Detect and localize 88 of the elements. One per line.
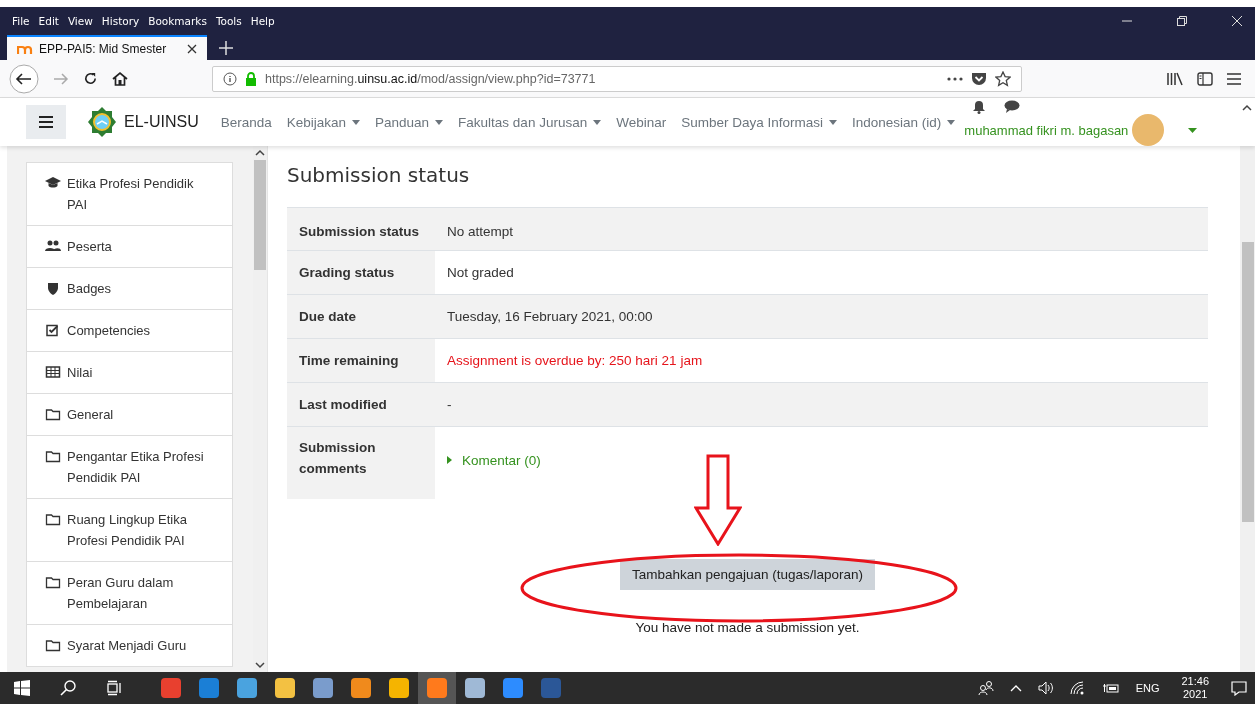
- scroll-down-icon[interactable]: [255, 662, 265, 669]
- folder-icon: [45, 576, 61, 589]
- reload-icon[interactable]: [83, 71, 98, 86]
- close-icon[interactable]: [187, 43, 197, 54]
- nav-link[interactable]: Kebijakan: [286, 114, 361, 130]
- menu-item[interactable]: View: [67, 15, 93, 27]
- scrollbar-thumb[interactable]: [254, 160, 266, 270]
- submission-note: You have not made a submission yet.: [635, 620, 860, 635]
- menu-item[interactable]: File: [12, 15, 30, 27]
- menu-item[interactable]: History: [101, 15, 140, 27]
- speaker-icon[interactable]: [1037, 681, 1054, 695]
- emblem-logo-icon: [86, 106, 118, 138]
- nav-link[interactable]: Panduan: [375, 114, 444, 130]
- notification-icon[interactable]: [1231, 680, 1247, 696]
- task-view-icon[interactable]: [106, 680, 122, 696]
- folder-icon: [45, 408, 61, 421]
- star-icon[interactable]: [995, 70, 1011, 87]
- people-icon[interactable]: [977, 680, 994, 696]
- sidebar-item[interactable]: General: [26, 394, 233, 436]
- menu-item[interactable]: Bookmarks: [148, 15, 207, 27]
- table-icon: [45, 366, 61, 378]
- back-icon[interactable]: [9, 63, 39, 94]
- more-icon[interactable]: [947, 76, 963, 81]
- row-label: Time remaining: [287, 338, 435, 383]
- language-indicator[interactable]: ENG: [1135, 682, 1160, 694]
- bell-icon[interactable]: [972, 100, 987, 114]
- info-icon: [223, 71, 237, 86]
- folder-icon: [45, 513, 61, 526]
- restore-icon[interactable]: [1176, 15, 1188, 27]
- sidebar-item[interactable]: Pengantar Etika Profesi Pendidik PAI: [26, 436, 233, 499]
- folder-icon: [45, 450, 61, 463]
- row-label: Due date: [287, 294, 435, 339]
- nav-link[interactable]: Fakultas dan Jurusan: [458, 114, 602, 130]
- home-icon[interactable]: [112, 71, 128, 86]
- caret-icon[interactable]: [1188, 127, 1198, 133]
- comments-toggle[interactable]: Komentar (0): [447, 449, 541, 471]
- menu-icon[interactable]: [1227, 72, 1241, 85]
- chat-bubble-icon[interactable]: [1004, 100, 1021, 113]
- menu-icon: [39, 116, 53, 128]
- nav-link[interactable]: Webinar: [616, 114, 667, 130]
- table-cell: Assignment is overdue by: 250 hari 21 jam: [435, 338, 1208, 383]
- folder-icon: [45, 639, 61, 652]
- clock-time[interactable]: 21:46: [1181, 675, 1209, 688]
- shield-icon: [45, 282, 61, 295]
- sidebar-item[interactable]: Badges: [26, 268, 233, 310]
- windows-start-icon[interactable]: [14, 680, 30, 696]
- sidebar-icon[interactable]: [1197, 71, 1213, 86]
- table-cell: Not graded: [435, 250, 1208, 295]
- scrollbar-thumb[interactable]: [1241, 242, 1254, 522]
- sidebar-item[interactable]: Peserta: [26, 226, 233, 268]
- sidebar-item[interactable]: Competencies: [26, 310, 233, 352]
- user-name[interactable]: muhammad fikri m. bagasan: [964, 122, 1129, 138]
- row-label: Submission comments: [287, 426, 435, 499]
- sidebar-item[interactable]: Nilai: [26, 352, 233, 394]
- sidebar-item[interactable]: Etika Profesi Pendidik PAI: [26, 162, 233, 226]
- clock-date[interactable]: 2021: [1183, 688, 1208, 701]
- row-label: Submission status: [287, 207, 435, 251]
- address-bar[interactable]: https://elearning.uinsu.ac.id/mod/assign/view.php?id=73771: [212, 65, 1022, 92]
- menu-item[interactable]: Tools: [215, 15, 242, 27]
- search-icon[interactable]: [60, 680, 76, 696]
- pocket-icon[interactable]: [971, 71, 987, 86]
- graduation-cap-icon: [45, 177, 61, 189]
- section-heading: Submission status: [287, 163, 471, 187]
- menu-item[interactable]: Edit: [38, 15, 59, 27]
- add-submission-button[interactable]: Tambahkan pengajuan (tugas/laporan): [619, 559, 876, 590]
- site-name[interactable]: EL-UINSU: [124, 113, 199, 131]
- battery-icon[interactable]: [1101, 682, 1120, 694]
- checkbox-icon: [45, 324, 61, 337]
- nav-link[interactable]: Beranda: [220, 114, 272, 130]
- scroll-up-icon[interactable]: [255, 149, 265, 156]
- row-label: Last modified: [287, 382, 435, 427]
- scroll-up-icon[interactable]: [1242, 104, 1252, 111]
- scrollbar[interactable]: [1240, 146, 1255, 672]
- sidebar-item[interactable]: Syarat Menjadi Guru: [26, 625, 233, 667]
- sidebar-item[interactable]: Ruang Lingkup Etika Profesi Pendidik PAI: [26, 499, 233, 562]
- library-icon[interactable]: [1167, 71, 1183, 86]
- plus-icon[interactable]: [219, 40, 233, 55]
- nav-link[interactable]: Sumber Daya Informasi: [681, 114, 837, 130]
- menu-button[interactable]: [26, 105, 66, 139]
- row-label: Grading status: [287, 250, 435, 295]
- sidebar-item[interactable]: Peran Guru dalam Pembelajaran: [26, 562, 233, 625]
- nav-link[interactable]: Indonesian (id): [852, 114, 956, 130]
- chevron-up-icon[interactable]: [1009, 684, 1022, 692]
- users-icon: [45, 240, 61, 252]
- padlock-icon: [245, 71, 257, 86]
- wifi-icon[interactable]: [1069, 681, 1086, 695]
- menu-item[interactable]: Help: [250, 15, 275, 27]
- browser-tab[interactable]: EPP-PAI5: Mid Smester: [7, 35, 207, 60]
